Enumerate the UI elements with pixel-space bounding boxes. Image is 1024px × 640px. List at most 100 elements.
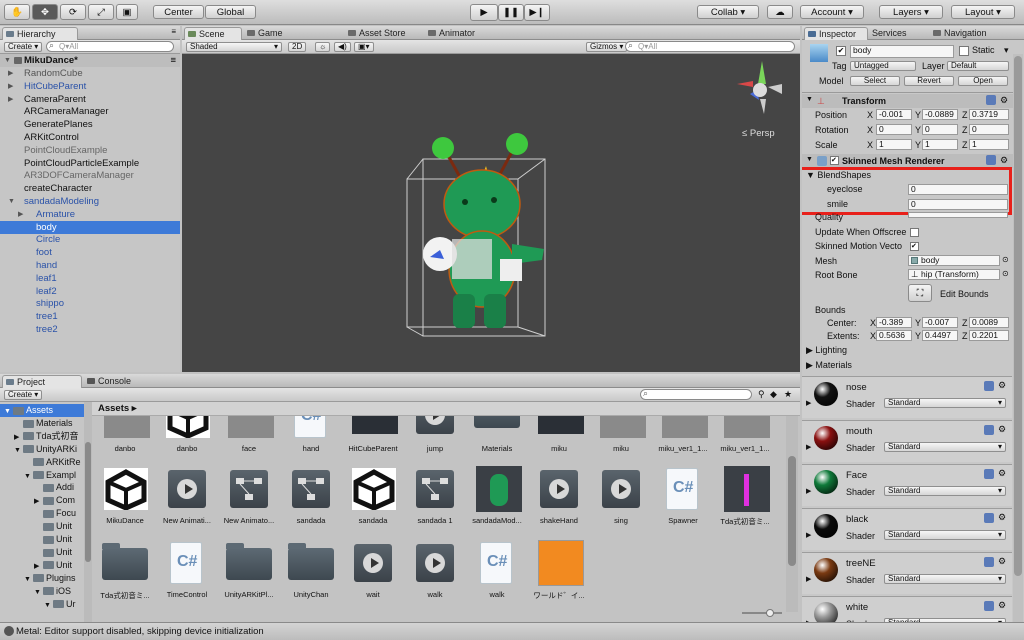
shader-select[interactable]: Standard ▾ [884, 486, 1006, 496]
hierarchy-search-input[interactable]: Q▾All [46, 41, 174, 52]
hierarchy-create-button[interactable]: Create ▾ [4, 42, 43, 52]
root-bone-field[interactable]: ⊥ hip (Transform) [908, 269, 1000, 280]
expand-arrow-icon[interactable]: ▼ [806, 96, 813, 103]
hierarchy-item[interactable]: ARKitControl [0, 131, 180, 144]
model-select-button[interactable]: Select [850, 76, 900, 86]
expand-arrow-icon[interactable]: ▶ [806, 575, 811, 583]
folder-tree-item[interactable]: Unit [0, 520, 92, 533]
expand-arrow-icon[interactable]: ▼ [14, 444, 23, 456]
object-picker-icon[interactable]: ⊙ [1002, 269, 1009, 278]
materials-foldout[interactable]: ▶ Materials [806, 360, 852, 371]
skinned-mesh-header[interactable]: ▼ ✔ Skinned Mesh Renderer ⚙ [802, 154, 1014, 168]
asset-item[interactable]: UnityARKitPl... [220, 540, 278, 602]
expand-arrow-icon[interactable]: ▼ [34, 586, 43, 598]
tree-scrollbar-thumb[interactable] [85, 442, 91, 562]
layer-select[interactable]: Default [947, 61, 1009, 71]
asset-item[interactable]: wait [344, 540, 402, 602]
hierarchy-item[interactable]: createCharacter [0, 182, 180, 195]
object-picker-icon[interactable]: ⊙ [1002, 255, 1009, 264]
asset-item[interactable]: Tda式初音ミ... [716, 466, 774, 528]
panel-menu-icon[interactable]: ≡ [171, 27, 176, 36]
shader-select[interactable]: Standard ▾ [884, 442, 1006, 452]
expand-arrow-icon[interactable]: ▶ [14, 431, 23, 443]
asset-item[interactable]: MikuDance [96, 466, 154, 528]
transform-z-field[interactable]: 0.3719 [969, 109, 1009, 120]
gear-icon[interactable]: ⚙ [1000, 155, 1008, 166]
shader-select[interactable]: Standard ▾ [884, 530, 1006, 540]
center-x-field[interactable]: -0.389 [876, 317, 912, 328]
skinned-motion-checkbox[interactable]: ✔ [910, 242, 919, 251]
material-block[interactable]: mouth Shader Standard ▾ ▶ ⚙ [802, 420, 1012, 462]
hierarchy-item[interactable]: body [0, 220, 180, 234]
folder-tree-item[interactable]: ▶ Com [0, 494, 92, 507]
rect-tool-icon[interactable]: ▣ [116, 4, 138, 20]
transform-x-field[interactable]: 0 [876, 124, 912, 135]
center-y-field[interactable]: -0.007 [922, 317, 958, 328]
hierarchy-item[interactable]: PointCloudParticleExample [0, 157, 180, 170]
hierarchy-item[interactable]: hand [0, 259, 180, 272]
layout-button[interactable]: Layout ▾ [951, 5, 1015, 19]
expand-arrow-icon[interactable]: ▶ [806, 487, 811, 495]
scene-row[interactable]: ▼ MikuDance* ≡ [0, 54, 180, 67]
tab-asset-store[interactable]: Asset Store [345, 27, 425, 40]
gear-icon[interactable]: ⚙ [1000, 95, 1008, 106]
hierarchy-item[interactable]: leaf1 [0, 272, 180, 285]
component-enabled-checkbox[interactable]: ✔ [830, 156, 839, 165]
asset-item[interactable]: sandada 1 [406, 466, 464, 528]
folder-tree-item[interactable]: ▶ Tda式初音 [0, 430, 92, 443]
tree-scrollbar[interactable] [84, 402, 92, 622]
transform-header[interactable]: ▼ ⊥ Transform ⚙ [802, 94, 1014, 108]
folder-tree-item[interactable]: ▼ Exampl [0, 469, 92, 482]
edit-bounds-button[interactable]: ⛶ [908, 284, 932, 302]
favorite-star-icon[interactable]: ★ [784, 389, 792, 400]
tab-scene[interactable]: Scene [184, 27, 242, 40]
folder-tree-item[interactable]: Unit [0, 546, 92, 559]
rotate-tool-icon[interactable]: ⟳ [60, 4, 86, 20]
filter-type-icon[interactable]: ⚲ [758, 389, 765, 400]
material-block[interactable]: Face Shader Standard ▾ ▶ ⚙ [802, 464, 1012, 506]
hand-tool-icon[interactable]: ✋ [4, 4, 30, 20]
material-block[interactable]: whiteShaderStandard▾▶⚙ [802, 596, 1012, 622]
help-book-icon[interactable] [986, 155, 996, 165]
scene-viewport[interactable]: ≤ Persp [182, 54, 800, 372]
scene-expand-icon[interactable]: ▼ [4, 54, 11, 67]
character-model[interactable] [423, 133, 544, 328]
tab-console[interactable]: Console [84, 375, 164, 388]
help-book-icon[interactable] [986, 95, 996, 105]
help-book-icon[interactable] [984, 381, 994, 391]
expand-arrow-icon[interactable]: ▶ [806, 531, 811, 539]
tab-animator[interactable]: Animator [425, 27, 505, 40]
folder-tree-item[interactable]: Addi [0, 481, 92, 494]
transform-z-field[interactable]: 1 [969, 139, 1009, 150]
scale-tool-icon[interactable]: ⤢ [88, 4, 114, 20]
expand-arrow-icon[interactable]: ▼ [24, 470, 33, 482]
shader-select[interactable]: Standard ▾ [884, 574, 1006, 584]
tag-select[interactable]: Untagged [850, 61, 916, 71]
folder-tree-item[interactable]: ▼ Ur [0, 598, 92, 611]
project-create-button[interactable]: Create ▾ [4, 390, 43, 400]
asset-item[interactable]: C# TimeControl [158, 540, 216, 602]
tab-project[interactable]: Project [2, 375, 82, 388]
transform-y-field[interactable]: -0.0889 [922, 109, 958, 120]
asset-item[interactable]: C# walk [468, 540, 526, 602]
asset-item[interactable]: C# Spawner [654, 466, 712, 528]
expand-arrow-icon[interactable]: ▶ [8, 67, 13, 80]
hierarchy-item[interactable]: ▶ RandomCube [0, 67, 180, 80]
transform-x-field[interactable]: 1 [876, 139, 912, 150]
inspector-scrollbar-thumb[interactable] [1014, 56, 1022, 576]
help-book-icon[interactable] [984, 557, 994, 567]
lighting-toggle-icon[interactable]: ☼ [315, 42, 331, 52]
material-block[interactable]: black Shader Standard ▾ ▶ ⚙ [802, 508, 1012, 550]
gear-icon[interactable]: ⚙ [998, 556, 1006, 567]
extents-y-field[interactable]: 0.4497 [922, 330, 958, 341]
asset-item[interactable]: UnityChan [282, 540, 340, 602]
transform-y-field[interactable]: 1 [922, 139, 958, 150]
expand-arrow-icon[interactable]: ▼ [44, 599, 53, 611]
pivot-center-button[interactable]: Center [153, 5, 204, 19]
hierarchy-item[interactable]: ARCameraManager [0, 105, 180, 118]
hierarchy-item[interactable]: Circle [0, 233, 180, 246]
asset-scrollbar-thumb[interactable] [788, 456, 796, 566]
asset-item[interactable]: walk [406, 540, 464, 602]
inspector-scrollbar[interactable] [1013, 54, 1023, 622]
asset-item[interactable]: sandada [344, 466, 402, 528]
